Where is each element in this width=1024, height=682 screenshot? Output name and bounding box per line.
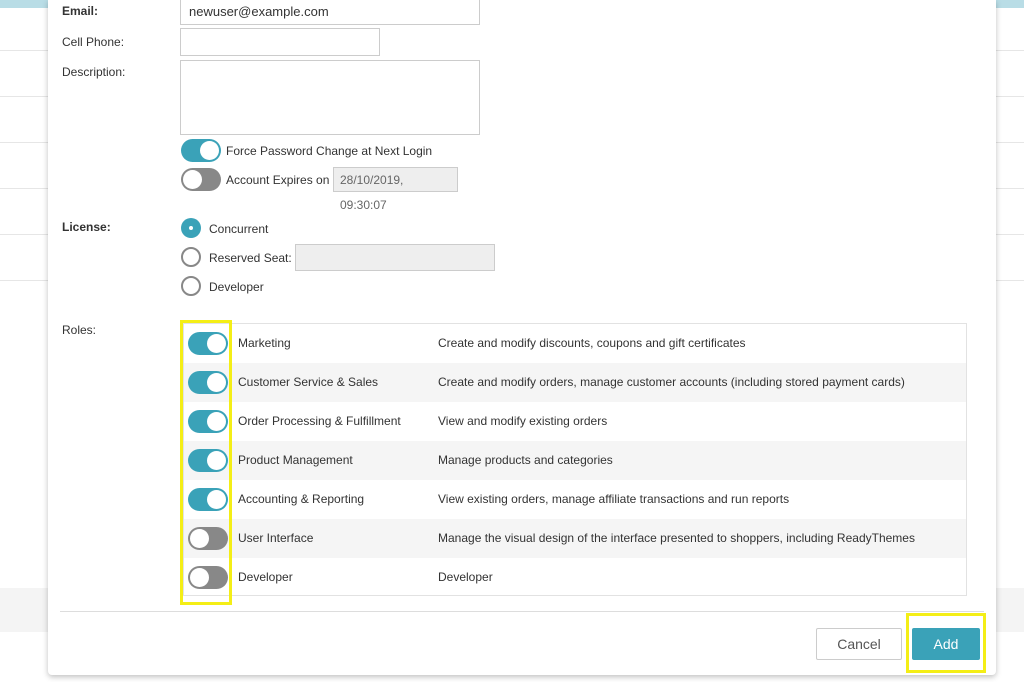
role-row: User Interface Manage the visual design …	[184, 519, 966, 558]
role-name: Accounting & Reporting	[238, 492, 365, 506]
toggle-knob	[207, 373, 226, 392]
cell-phone-field[interactable]	[180, 28, 380, 56]
cell-phone-label: Cell Phone:	[62, 35, 125, 49]
toggle-knob	[207, 490, 226, 509]
role-description: Manage the visual design of the interfac…	[438, 531, 915, 545]
toggle-knob	[207, 412, 226, 431]
role-name: User Interface	[238, 531, 314, 545]
role-description: Create and modify orders, manage custome…	[438, 375, 905, 389]
role-marketing-toggle[interactable]	[188, 332, 228, 355]
toggle-knob	[200, 141, 219, 160]
description-textarea[interactable]	[180, 60, 480, 135]
reserved-seat-field	[295, 244, 495, 271]
toggle-knob	[183, 170, 202, 189]
role-developer-toggle[interactable]	[188, 566, 228, 589]
license-reserved-seat-label: Reserved Seat:	[209, 251, 292, 265]
role-user-interface-toggle[interactable]	[188, 527, 228, 550]
license-concurrent-label: Concurrent	[209, 222, 269, 236]
role-description: View existing orders, manage affiliate t…	[438, 492, 790, 506]
role-name: Order Processing & Fulfillment	[238, 414, 401, 428]
email-value: newuser@example.com	[189, 4, 329, 19]
role-name: Product Management	[238, 453, 353, 467]
role-product-management-toggle[interactable]	[188, 449, 228, 472]
role-name: Developer	[238, 570, 293, 584]
account-expires-date-field: 28/10/2019, 09:30:07	[333, 167, 458, 212]
add-user-dialog: Email: newuser@example.com Cell Phone: D…	[48, 0, 996, 675]
role-description: View and modify existing orders	[438, 414, 608, 428]
license-concurrent-radio[interactable]	[181, 218, 201, 238]
email-label: Email:	[62, 4, 99, 18]
force-password-toggle[interactable]	[181, 139, 221, 162]
role-description: Developer	[438, 570, 493, 584]
force-password-label: Force Password Change at Next Login	[226, 144, 433, 158]
add-button[interactable]: Add	[912, 628, 980, 660]
role-row: Customer Service & Sales Create and modi…	[184, 363, 966, 402]
cancel-button[interactable]: Cancel	[816, 628, 902, 660]
role-accounting-toggle[interactable]	[188, 488, 228, 511]
toggle-knob	[190, 568, 209, 587]
license-reserved-seat-radio[interactable]	[181, 247, 201, 267]
roles-table: Marketing Create and modify discounts, c…	[183, 323, 967, 596]
role-name: Marketing	[238, 336, 291, 350]
account-expires-label: Account Expires on	[226, 173, 330, 187]
email-field[interactable]: newuser@example.com	[180, 0, 480, 25]
license-developer-label: Developer	[209, 280, 264, 294]
toggle-knob	[207, 334, 226, 353]
account-expires-toggle[interactable]	[181, 168, 221, 191]
role-row: Accounting & Reporting View existing ord…	[184, 480, 966, 519]
role-description: Manage products and categories	[438, 453, 613, 467]
footer-divider	[60, 611, 984, 612]
license-label: License:	[62, 220, 111, 234]
description-label: Description:	[62, 65, 126, 79]
role-row: Marketing Create and modify discounts, c…	[184, 324, 966, 363]
role-row: Order Processing & Fulfillment View and …	[184, 402, 966, 441]
toggle-knob	[207, 451, 226, 470]
role-customer-service-toggle[interactable]	[188, 371, 228, 394]
roles-label: Roles:	[62, 323, 97, 337]
role-description: Create and modify discounts, coupons and…	[438, 336, 746, 350]
toggle-knob	[190, 529, 209, 548]
role-row: Product Management Manage products and c…	[184, 441, 966, 480]
role-row: Developer Developer	[184, 558, 966, 597]
license-developer-radio[interactable]	[181, 276, 201, 296]
role-name: Customer Service & Sales	[238, 375, 379, 389]
role-order-processing-toggle[interactable]	[188, 410, 228, 433]
